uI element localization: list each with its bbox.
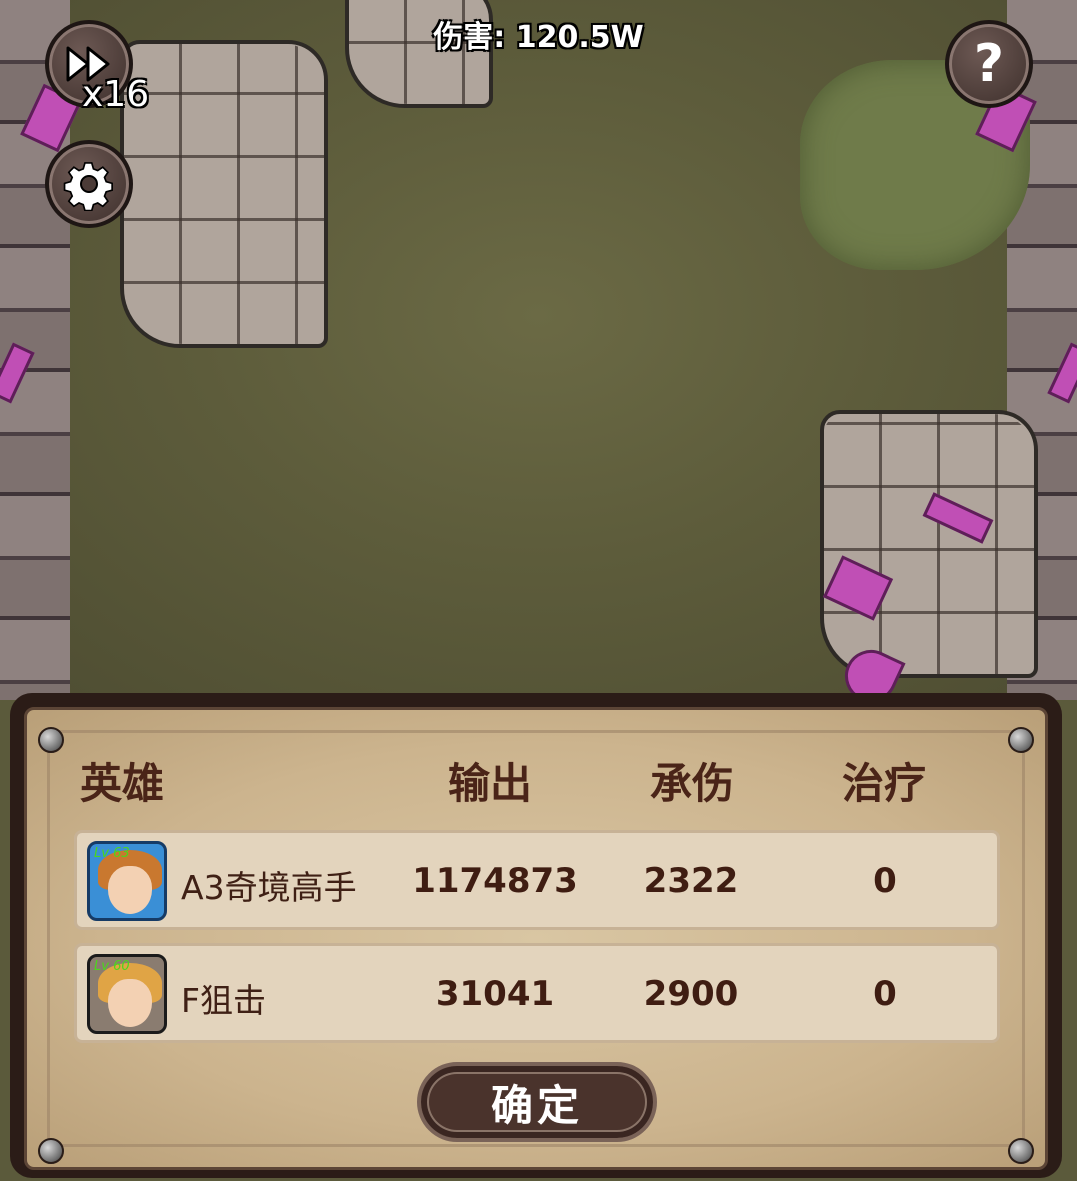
hero-name: F狙击 — [181, 981, 266, 1020]
hero-name: A3奇境高手 — [181, 868, 357, 907]
hero-level: Lv 63 — [94, 846, 130, 861]
hero-avatar[interactable]: Lv 60 — [87, 954, 167, 1034]
rivet — [1008, 727, 1034, 753]
header-damage-taken: 承伤 — [650, 759, 735, 808]
confirm-button[interactable]: 确定 — [417, 1062, 657, 1142]
hero-level: Lv 60 — [94, 959, 130, 974]
healing-value: 0 — [873, 974, 897, 1014]
hero-avatar[interactable]: Lv 63 — [87, 841, 167, 921]
help-button[interactable]: ? — [945, 20, 1033, 108]
damage-taken-value: 2900 — [643, 974, 739, 1014]
confirm-label: 确定 — [490, 1080, 583, 1130]
header-output: 输出 — [448, 759, 533, 808]
rivet — [38, 727, 64, 753]
settings-button[interactable] — [45, 140, 133, 228]
rivet — [38, 1138, 64, 1164]
rubble-bottom-right — [820, 410, 1038, 678]
damage-taken-value: 2322 — [643, 861, 739, 901]
rivet — [1008, 1138, 1034, 1164]
output-value: 31041 — [435, 974, 555, 1014]
speed-multiplier: x16 — [82, 74, 150, 115]
healing-value: 0 — [873, 861, 897, 901]
battle-map — [0, 0, 1077, 700]
hero-face — [108, 979, 152, 1027]
damage-counter: 伤害: 120.5W — [433, 20, 644, 55]
hero-stat-row: Lv 60 F狙击 31041 2900 0 — [74, 943, 1000, 1043]
hero-face — [108, 866, 152, 914]
output-value: 1174873 — [412, 861, 578, 901]
hero-stat-row: Lv 63 A3奇境高手 1174873 2322 0 — [74, 830, 1000, 930]
header-hero: 英雄 — [80, 759, 165, 808]
header-healing: 治疗 — [842, 759, 927, 808]
rubble-top-left — [120, 40, 328, 348]
question-mark-icon: ? — [973, 34, 1005, 94]
gear-icon — [63, 162, 114, 211]
